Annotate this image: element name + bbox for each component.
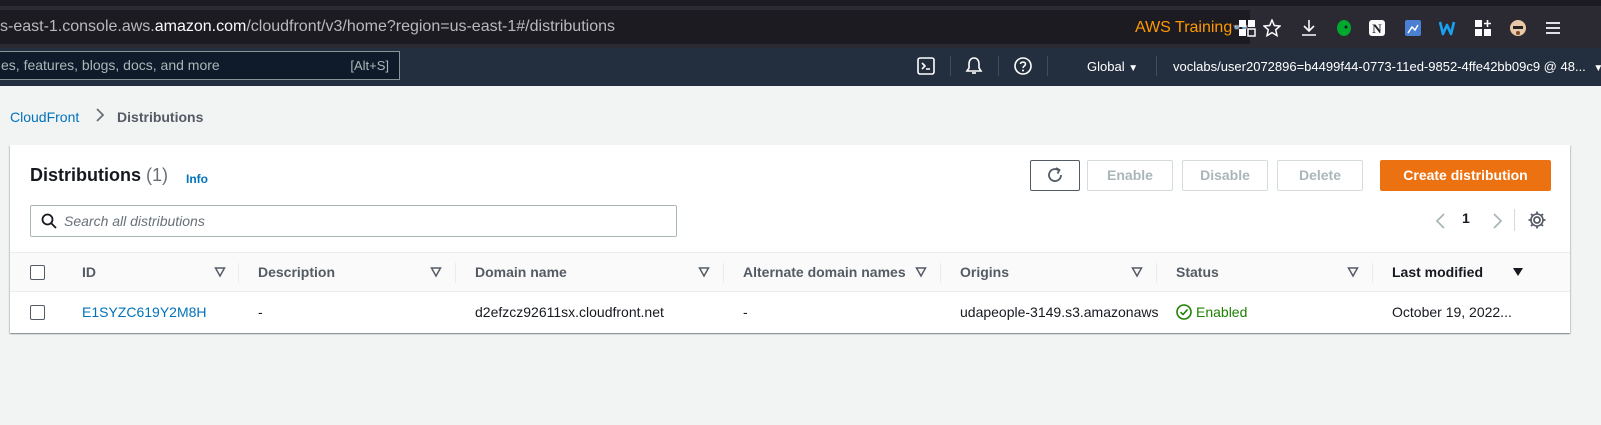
- url-prefix: s-east-1.console.aws.: [0, 18, 155, 35]
- table-header: ID Description Domain name Alternate dom…: [10, 252, 1570, 292]
- page-title: Distributions (1): [30, 165, 168, 186]
- gear-icon[interactable]: [1527, 210, 1547, 230]
- caret-down-icon: ▼: [1128, 63, 1139, 74]
- column-header-domain-name[interactable]: Domain name: [475, 253, 567, 291]
- sort-icon[interactable]: [214, 266, 226, 278]
- notifications-bell-icon[interactable]: [964, 56, 984, 76]
- caret-down-icon: ▼: [1593, 63, 1601, 74]
- domain-name-cell: d2efzcz92611sx.cloudfront.net: [475, 304, 664, 320]
- column-divider[interactable]: [238, 263, 239, 283]
- origins-cell: udapeople-3149.s3.amazonaws: [960, 304, 1158, 320]
- sort-descending-icon[interactable]: [1512, 266, 1524, 278]
- region-selector[interactable]: Global ▼: [1087, 48, 1138, 86]
- search-input[interactable]: [64, 206, 664, 236]
- status-cell: Enabled: [1176, 292, 1366, 333]
- sort-icon[interactable]: [915, 266, 927, 278]
- aws-training-label: AWS Training: [1135, 19, 1233, 36]
- status-label: Enabled: [1196, 304, 1248, 320]
- sort-icon[interactable]: [1347, 266, 1359, 278]
- webflow-extension-icon[interactable]: [1438, 19, 1456, 37]
- column-divider[interactable]: [723, 263, 724, 283]
- description-cell: -: [258, 304, 263, 320]
- sort-icon[interactable]: [698, 266, 710, 278]
- extensions-puzzle-icon[interactable]: [1474, 19, 1492, 37]
- last-modified-cell: October 19, 2022...: [1392, 304, 1512, 320]
- current-page[interactable]: 1: [1462, 210, 1470, 226]
- breadcrumb: CloudFront Distributions: [10, 106, 203, 128]
- address-bar[interactable]: s-east-1.console.aws.amazon.com/cloudfro…: [0, 10, 1250, 44]
- column-divider[interactable]: [1156, 263, 1157, 283]
- aws-search-placeholder: es, features, blogs, docs, and more: [1, 57, 220, 73]
- pagination-divider: [1514, 209, 1515, 231]
- extensions-grid-icon[interactable]: [1238, 19, 1256, 37]
- disable-button[interactable]: Disable: [1182, 160, 1268, 191]
- table-row[interactable]: E1SYZC619Y2M8H - d2efzcz92611sx.cloudfro…: [10, 292, 1570, 333]
- distributions-panel: Distributions (1) Info Enable Disable De…: [10, 145, 1570, 333]
- help-question-icon[interactable]: [1013, 56, 1033, 76]
- url-host: amazon.com: [154, 18, 247, 35]
- svg-text:N: N: [1372, 21, 1382, 36]
- select-all-checkbox[interactable]: [30, 265, 45, 280]
- create-distribution-button[interactable]: Create distribution: [1380, 160, 1551, 191]
- next-page-icon[interactable]: [1489, 211, 1505, 231]
- column-header-last-modified[interactable]: Last modified: [1392, 253, 1483, 291]
- download-icon[interactable]: [1300, 19, 1318, 37]
- region-label: Global: [1087, 59, 1125, 74]
- column-header-status[interactable]: Status: [1176, 253, 1219, 291]
- column-header-origins[interactable]: Origins: [960, 253, 1009, 291]
- header-divider: [1047, 56, 1048, 76]
- aws-global-search[interactable]: es, features, blogs, docs, and more [Alt…: [0, 51, 400, 80]
- aws-training-extension[interactable]: AWS Training👓: [1135, 10, 1250, 44]
- sort-icon[interactable]: [1131, 266, 1143, 278]
- url-path: /cloudfront/v3/home?region=us-east-1#/di…: [246, 18, 615, 35]
- chevron-right-icon: [95, 106, 105, 128]
- breadcrumb-current: Distributions: [117, 109, 204, 125]
- row-checkbox[interactable]: [30, 305, 45, 320]
- cloudshell-icon[interactable]: [916, 56, 936, 76]
- column-divider[interactable]: [940, 263, 941, 283]
- header-divider: [998, 56, 999, 76]
- previous-page-icon[interactable]: [1433, 211, 1449, 231]
- bookmark-star-icon[interactable]: [1263, 19, 1281, 37]
- breadcrumb-cloudfront-link[interactable]: CloudFront: [10, 109, 79, 125]
- browser-menu-icon[interactable]: [1544, 19, 1562, 37]
- alternate-domains-cell: -: [743, 304, 748, 320]
- distribution-id-link[interactable]: E1SYZC619Y2M8H: [82, 292, 232, 333]
- enable-button[interactable]: Enable: [1087, 160, 1173, 191]
- profile-avatar-icon[interactable]: [1509, 19, 1527, 37]
- sort-icon[interactable]: [430, 266, 442, 278]
- evernote-icon[interactable]: [1335, 19, 1353, 37]
- panel-title-text: Distributions: [30, 165, 141, 185]
- refresh-icon: [1048, 167, 1062, 182]
- header-divider: [950, 56, 951, 76]
- notion-icon[interactable]: N: [1368, 19, 1386, 37]
- search-icon: [41, 213, 57, 229]
- info-link[interactable]: Info: [186, 172, 208, 186]
- refresh-button[interactable]: [1030, 160, 1080, 191]
- screenshot-extension-icon[interactable]: [1404, 19, 1422, 37]
- delete-button[interactable]: Delete: [1277, 160, 1363, 191]
- browser-toolbar: s-east-1.console.aws.amazon.com/cloudfro…: [0, 6, 1601, 48]
- column-header-description[interactable]: Description: [258, 253, 335, 291]
- column-divider[interactable]: [455, 263, 456, 283]
- check-circle-icon: [1176, 304, 1192, 320]
- aws-console-header: es, features, blogs, docs, and more [Alt…: [0, 48, 1601, 86]
- column-header-id[interactable]: ID: [82, 253, 96, 291]
- distribution-search: [30, 205, 677, 237]
- account-label: voclabs/user2072896=b4499f44-0773-11ed-9…: [1173, 59, 1586, 74]
- distribution-count: (1): [146, 165, 169, 185]
- column-divider[interactable]: [1372, 263, 1373, 283]
- search-shortcut-hint: [Alt+S]: [350, 58, 389, 73]
- account-menu[interactable]: voclabs/user2072896=b4499f44-0773-11ed-9…: [1173, 48, 1601, 86]
- column-header-alternate-domains[interactable]: Alternate domain names: [743, 253, 906, 291]
- header-divider: [1156, 56, 1157, 76]
